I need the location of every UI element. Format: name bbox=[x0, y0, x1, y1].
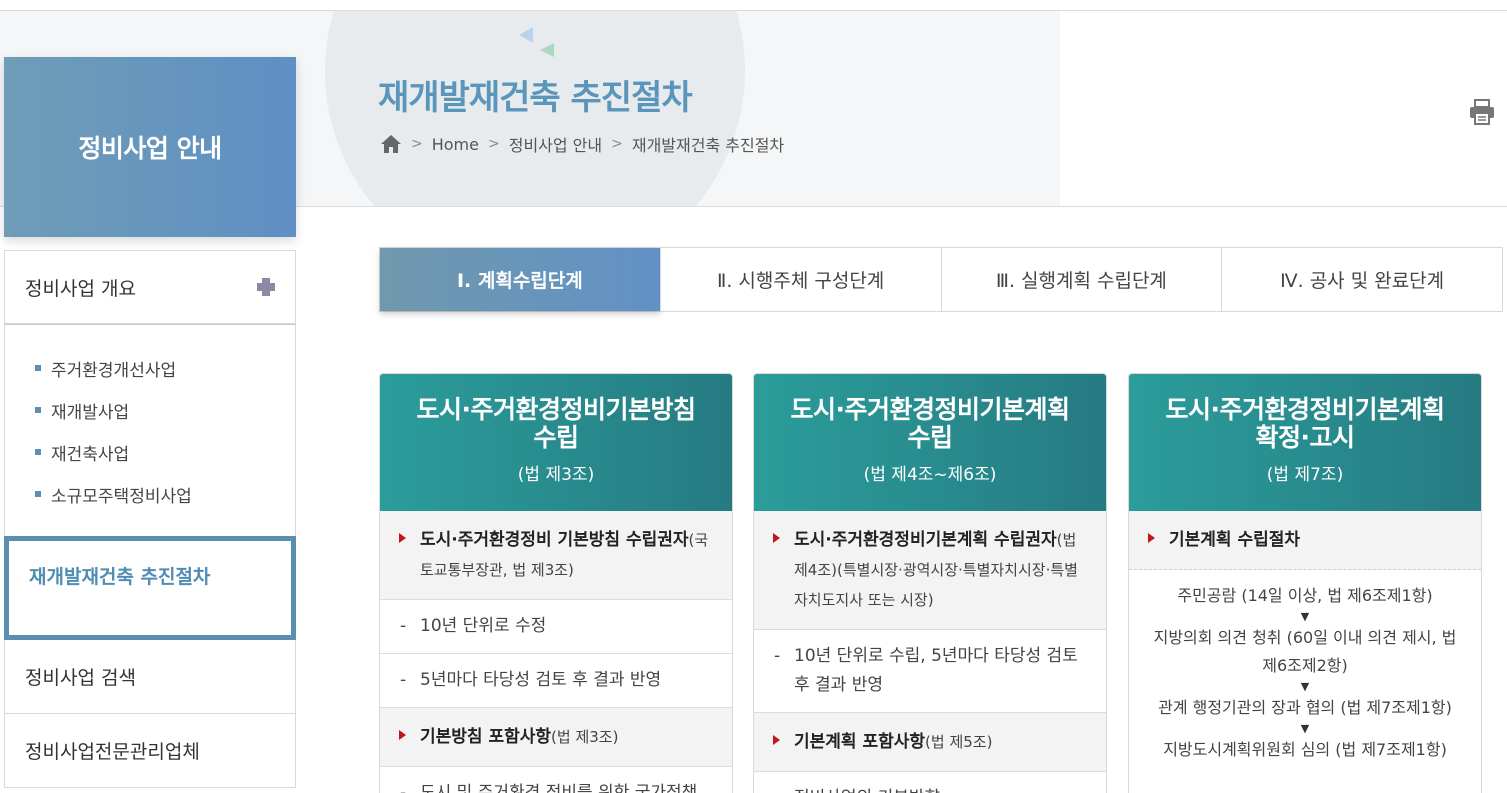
sidebar-subitem-label: 주거환경개선사업 bbox=[51, 360, 177, 381]
tab-construction-stage[interactable]: Ⅳ. 공사 및 완료단계 bbox=[1221, 248, 1502, 311]
section-heading-note: (법 제3조) bbox=[551, 728, 619, 746]
card-list-item: 도시 및 주거환경 정비를 위한 국가정책 bbox=[380, 767, 732, 793]
procedure-card: 도시·주거환경정비기본계획 수립 (법 제4조~제6조) 도시·주거환경정비기본… bbox=[753, 373, 1107, 793]
procedure-step: 주민공람 (14일 이상, 법 제6조제1항) bbox=[1177, 586, 1433, 605]
print-icon[interactable] bbox=[1468, 98, 1496, 126]
arrow-right-icon bbox=[773, 533, 780, 543]
sidebar-subitem-label: 재건축사업 bbox=[51, 444, 130, 465]
sidebar-submenu: 주거환경개선사업 재개발사업 재건축사업 소규모주택정비사업 bbox=[4, 324, 296, 536]
sidebar-subitem[interactable]: 재건축사업 bbox=[35, 431, 295, 473]
sidebar-menu: 정비사업 개요 주거환경개선사업 재개발사업 재건축사업 소규모주택정비사업 재… bbox=[4, 250, 296, 788]
section-heading-bold: 도시·주거환경정비기본계획 수립권자 bbox=[794, 530, 1057, 550]
card-title: 도시·주거환경정비기본계획 확정·고시 bbox=[1165, 395, 1446, 452]
breadcrumb-separator: > bbox=[487, 136, 500, 152]
arrow-down-icon: ▼ bbox=[1300, 610, 1310, 623]
card-section-heading: 도시·주거환경정비 기본방침 수립권자(국토교통부장관, 법 제3조) bbox=[380, 511, 732, 600]
breadcrumb-section[interactable]: 정비사업 안내 bbox=[509, 132, 602, 156]
card-header: 도시·주거환경정비기본방침 수립 (법 제3조) bbox=[380, 374, 732, 511]
tab-execution-plan-stage[interactable]: Ⅲ. 실행계획 수립단계 bbox=[940, 248, 1222, 311]
arrow-right-icon bbox=[399, 533, 406, 543]
stage-tabs: Ⅰ. 계획수립단계 Ⅱ. 시행주체 구성단계 Ⅲ. 실행계획 수립단계 Ⅳ. 공… bbox=[379, 247, 1503, 312]
arrow-right-icon bbox=[1148, 533, 1155, 543]
tab-executor-stage[interactable]: Ⅱ. 시행주체 구성단계 bbox=[659, 248, 941, 311]
sidebar-item-label: 재개발재건축 추진절차 bbox=[29, 566, 211, 588]
card-header: 도시·주거환경정비기본계획 수립 (법 제4조~제6조) bbox=[754, 374, 1106, 511]
card-law-reference: (법 제7조) bbox=[1266, 465, 1344, 485]
sidebar-item-procedure[interactable]: 재개발재건축 추진절차 bbox=[4, 536, 296, 640]
sidebar-item-label: 정비사업 개요 bbox=[25, 277, 136, 300]
section-heading-bold: 도시·주거환경정비 기본방침 수립권자 bbox=[420, 530, 689, 550]
section-heading-bold: 기본방침 포함사항 bbox=[420, 727, 552, 747]
procedure-card: 도시·주거환경정비기본방침 수립 (법 제3조) 도시·주거환경정비 기본방침 … bbox=[379, 373, 733, 793]
card-section-heading: 도시·주거환경정비기본계획 수립권자(법 제4조)(특별시장·광역시장·특별자치… bbox=[754, 511, 1106, 630]
card-list-item: 5년마다 타당성 검토 후 결과 반영 bbox=[380, 654, 732, 708]
header-decor-triangle bbox=[540, 43, 554, 57]
card-law-reference: (법 제3조) bbox=[517, 465, 595, 485]
header-decor-triangle bbox=[519, 27, 533, 43]
section-heading-bold: 기본계획 수립절차 bbox=[1169, 530, 1301, 550]
bullet-icon bbox=[35, 491, 41, 497]
card-title: 도시·주거환경정비기본방침 수립 bbox=[416, 395, 697, 452]
arrow-down-icon: ▼ bbox=[1300, 680, 1310, 693]
procedure-step: 관계 행정기관의 장과 협의 (법 제7조제1항) bbox=[1158, 698, 1452, 717]
breadcrumb-separator: > bbox=[411, 136, 423, 152]
sidebar-subitem[interactable]: 재개발사업 bbox=[35, 389, 295, 431]
home-icon[interactable] bbox=[380, 134, 402, 154]
tab-planning-stage[interactable]: Ⅰ. 계획수립단계 bbox=[380, 248, 660, 311]
card-list-item: 정비사업의 기본방향 bbox=[754, 772, 1106, 793]
sidebar-item-management-companies[interactable]: 정비사업전문관리업체 bbox=[4, 714, 296, 788]
sidebar-subitem-label: 재개발사업 bbox=[51, 402, 130, 423]
procedure-step: 지방도시계획위원회 심의 (법 제7조제1항) bbox=[1163, 740, 1447, 759]
breadcrumb: > Home > 정비사업 안내 > 재개발재건축 추진절차 bbox=[380, 132, 784, 156]
sidebar-subitem[interactable]: 주거환경개선사업 bbox=[35, 347, 295, 389]
card-section-heading: 기본방침 포함사항(법 제3조) bbox=[380, 708, 732, 767]
section-heading-note: (법 제5조) bbox=[925, 733, 993, 751]
bullet-icon bbox=[35, 365, 41, 371]
card-section-heading: 기본계획 포함사항(법 제5조) bbox=[754, 713, 1106, 772]
sidebar-hero: 정비사업 안내 bbox=[4, 57, 296, 237]
breadcrumb-home[interactable]: Home bbox=[432, 135, 479, 154]
sidebar-item-overview[interactable]: 정비사업 개요 bbox=[4, 250, 296, 324]
arrow-down-icon: ▼ bbox=[1300, 722, 1310, 735]
card-title: 도시·주거환경정비기본계획 수립 bbox=[790, 395, 1071, 452]
card-header: 도시·주거환경정비기본계획 확정·고시 (법 제7조) bbox=[1129, 374, 1481, 511]
sidebar-hero-title: 정비사업 안내 bbox=[78, 134, 222, 163]
bullet-icon bbox=[35, 407, 41, 413]
procedure-card: 도시·주거환경정비기본계획 확정·고시 (법 제7조) 기본계획 수립절차 주민… bbox=[1128, 373, 1482, 793]
procedure-step: 지방의회 의견 청취 (60일 이내 의견 제시, 법 제6조제2항) bbox=[1153, 628, 1457, 675]
card-list-item: 10년 단위로 수립, 5년마다 타당성 검토 후 결과 반영 bbox=[754, 630, 1106, 713]
sidebar-item-search[interactable]: 정비사업 검색 bbox=[4, 640, 296, 714]
procedure-steps: 주민공람 (14일 이상, 법 제6조제1항) ▼ 지방의회 의견 청취 (60… bbox=[1129, 570, 1481, 764]
breadcrumb-separator: > bbox=[611, 136, 623, 152]
sidebar-subitem-label: 소규모주택정비사업 bbox=[51, 486, 192, 507]
section-heading-bold: 기본계획 포함사항 bbox=[794, 732, 926, 752]
plus-icon[interactable] bbox=[257, 278, 275, 296]
card-section-heading: 기본계획 수립절차 bbox=[1129, 511, 1481, 570]
arrow-right-icon bbox=[773, 735, 780, 745]
arrow-right-icon bbox=[399, 730, 406, 740]
breadcrumb-current: 재개발재건축 추진절차 bbox=[631, 136, 785, 155]
bullet-icon bbox=[35, 449, 41, 455]
sidebar-item-label: 정비사업전문관리업체 bbox=[25, 741, 200, 763]
page-title: 재개발재건축 추진절차 bbox=[378, 78, 693, 118]
sidebar-subitem[interactable]: 소규모주택정비사업 bbox=[35, 473, 295, 515]
sidebar-item-label: 정비사업 검색 bbox=[25, 667, 136, 689]
card-law-reference: (법 제4조~제6조) bbox=[863, 465, 997, 485]
card-list-item: 10년 단위로 수정 bbox=[380, 600, 732, 654]
